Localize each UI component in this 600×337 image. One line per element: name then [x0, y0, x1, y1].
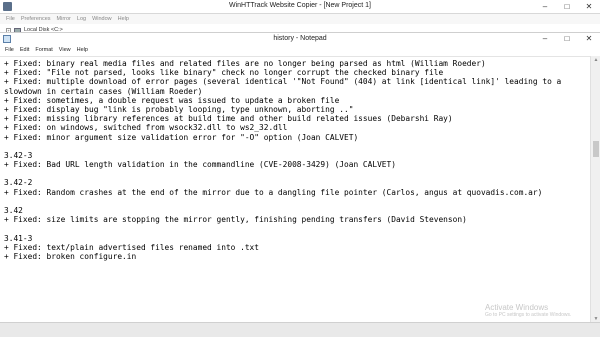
- version-heading: 3.42-2: [4, 178, 33, 188]
- notepad-menu-help[interactable]: Help: [77, 45, 88, 55]
- text-line: [4, 224, 590, 233]
- outer-menu-log[interactable]: Log: [77, 14, 86, 24]
- version-heading: 3.41-3: [4, 233, 33, 243]
- text-line: + Fixed: sometimes, a double request was…: [4, 95, 340, 105]
- outer-window-title: WinHTTrack Website Copier - [New Project…: [229, 2, 371, 9]
- notepad-titlebar: history - Notepad – □ ✕: [0, 33, 600, 45]
- text-line: [4, 142, 590, 151]
- version-heading: 3.42: [4, 206, 23, 215]
- outer-menu-window[interactable]: Window: [92, 14, 112, 24]
- notepad-close-button[interactable]: ✕: [578, 33, 600, 45]
- text-line: + Fixed: broken configure.in: [4, 251, 137, 261]
- text-line: + Fixed: minor argument size validation …: [4, 132, 359, 142]
- watermark-subtitle: Go to PC settings to activate Windows.: [485, 312, 572, 318]
- notepad-menu-file[interactable]: File: [5, 45, 14, 55]
- outer-titlebar: WinHTTrack Website Copier - [New Project…: [0, 0, 600, 14]
- vertical-scrollbar[interactable]: ▲ ▼: [590, 56, 600, 323]
- watermark-title: Activate Windows: [485, 303, 549, 312]
- text-line: + Fixed: Bad URL length validation in th…: [4, 160, 396, 170]
- text-line: + Fixed: multiple download of error page…: [4, 77, 562, 87]
- notepad-text-area[interactable]: + Fixed: binary real media files and rel…: [0, 56, 590, 323]
- text-line: + Fixed: missing library references at b…: [4, 114, 453, 124]
- text-line: + Fixed: binary real media files and rel…: [4, 59, 486, 68]
- version-heading: 3.42-3: [4, 150, 33, 160]
- text-line: + Fixed: size limits are stopping the mi…: [4, 215, 467, 225]
- outer-status-area: [0, 322, 600, 337]
- text-line: + Fixed: "File not parsed, looks like bi…: [4, 68, 444, 78]
- notepad-title: history - Notepad: [273, 35, 327, 42]
- notepad-menu-format[interactable]: Format: [35, 45, 52, 55]
- outer-window-controls: – □ ✕: [534, 0, 600, 14]
- outer-menu-preferences[interactable]: Preferences: [21, 14, 51, 24]
- activate-windows-watermark: Activate Windows Go to PC settings to ac…: [485, 303, 571, 318]
- close-button[interactable]: ✕: [578, 0, 600, 14]
- outer-menu-mirror[interactable]: Mirror: [57, 14, 71, 24]
- notepad-minimize-button[interactable]: –: [534, 33, 556, 45]
- scroll-up-icon[interactable]: ▲: [591, 56, 600, 64]
- scrollbar-thumb[interactable]: [593, 141, 599, 157]
- notepad-window-controls: – □ ✕: [534, 33, 600, 45]
- notepad-menu-view[interactable]: View: [59, 45, 71, 55]
- outer-menubar: File Preferences Mirror Log Window Help: [0, 14, 600, 24]
- maximize-button[interactable]: □: [556, 0, 578, 14]
- notepad-menubar: File Edit Format View Help: [0, 45, 600, 55]
- notepad-maximize-button[interactable]: □: [556, 33, 578, 45]
- text-line: [4, 169, 590, 178]
- outer-menu-help[interactable]: Help: [118, 14, 129, 24]
- text-line: + Fixed: text/plain advertised files ren…: [4, 242, 260, 252]
- notepad-window: history - Notepad – □ ✕ File Edit Format…: [0, 32, 600, 323]
- text-line: + Fixed: on windows, switched from wsock…: [4, 123, 288, 133]
- text-line: [4, 197, 590, 206]
- outer-menu-file[interactable]: File: [6, 14, 15, 24]
- minimize-button[interactable]: –: [534, 0, 556, 14]
- notepad-menu-edit[interactable]: Edit: [20, 45, 29, 55]
- text-line: + Fixed: display bug "link is probably l…: [4, 104, 354, 114]
- text-line: + Fixed: Random crashes at the end of th…: [4, 187, 543, 197]
- text-line: slowdown in certain cases (William Roede…: [4, 86, 203, 96]
